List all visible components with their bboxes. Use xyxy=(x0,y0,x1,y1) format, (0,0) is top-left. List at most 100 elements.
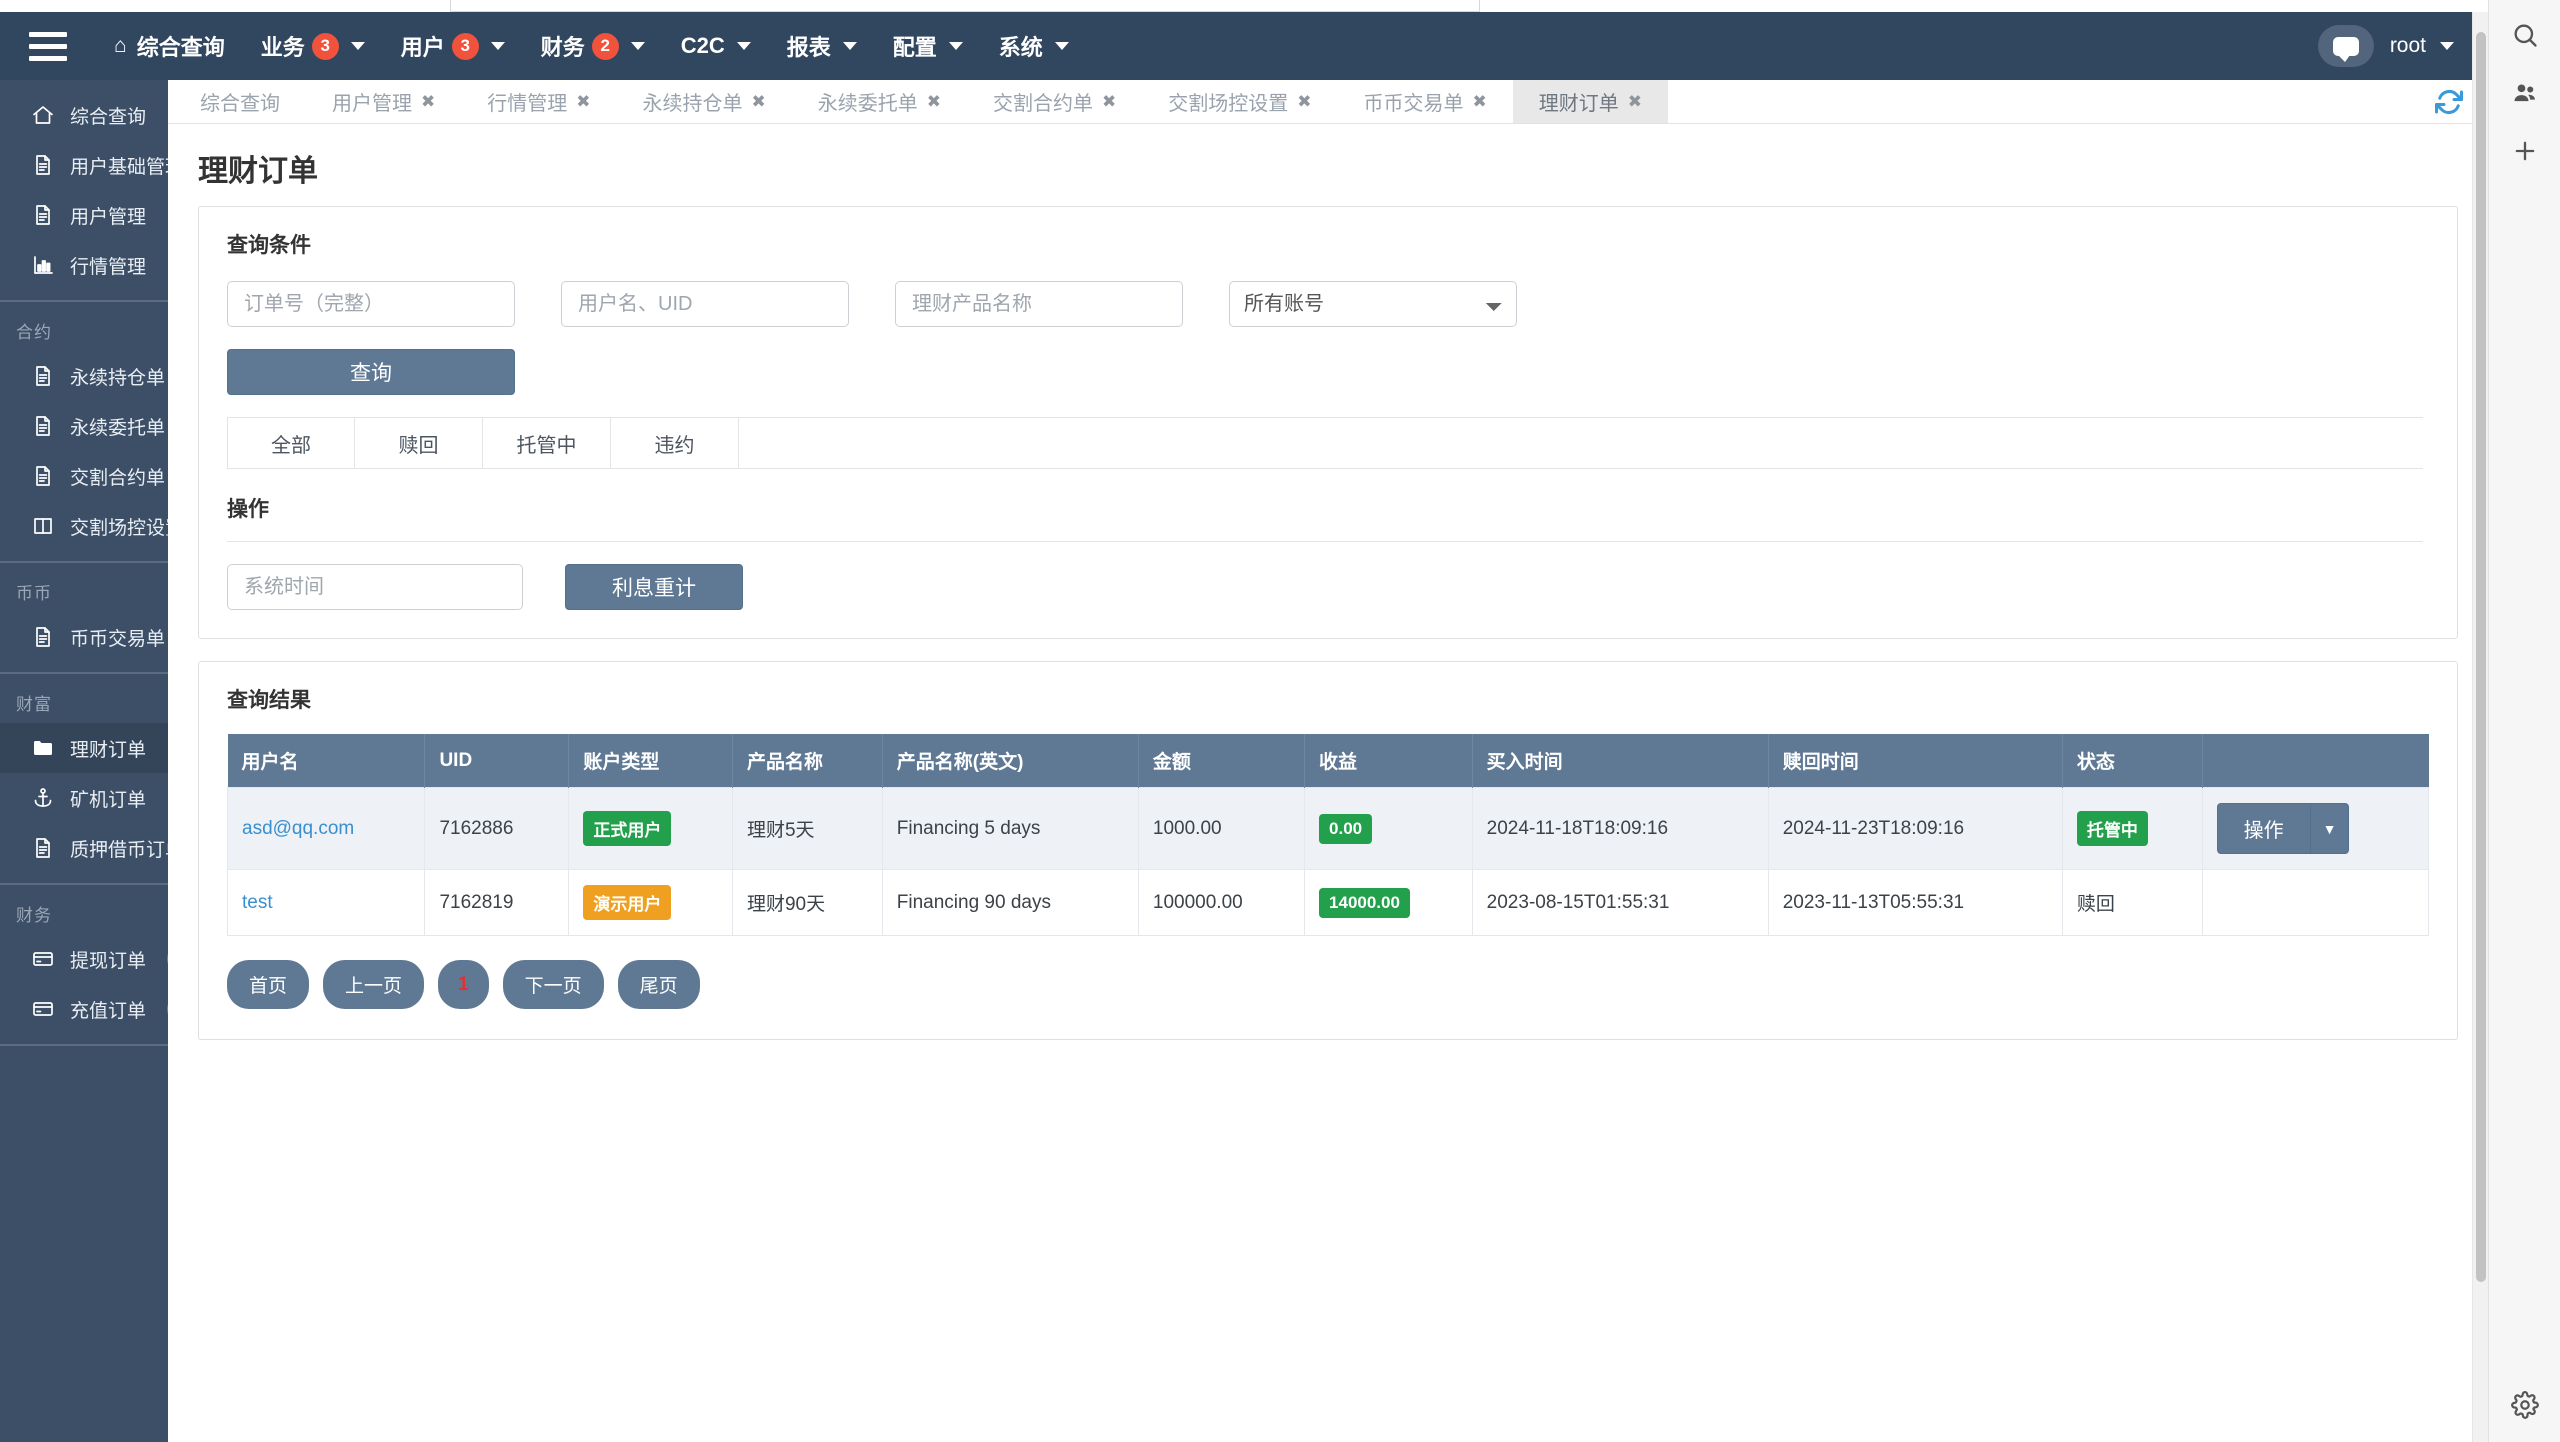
document-icon xyxy=(30,463,56,489)
chevron-down-icon xyxy=(948,42,963,50)
people-icon[interactable] xyxy=(2502,70,2548,116)
sidebar-item-交割合约单[interactable]: 交割合约单1 xyxy=(0,451,168,501)
account-select[interactable]: 所有账号 xyxy=(1229,281,1517,327)
close-icon[interactable]: ✖ xyxy=(1473,92,1487,112)
sidebar-item-充值订单[interactable]: 充值订单1 xyxy=(0,984,168,1034)
search-button[interactable]: 查询 xyxy=(227,349,515,395)
sidebar[interactable]: 综合查询用户基础管理用户管理行情管理合约永续持仓单2 永续委托单交割合约单1 交割场… xyxy=(0,80,168,1442)
cell-profit: 0.00 xyxy=(1304,787,1473,870)
action-button-group[interactable]: 操作 ▼ xyxy=(2216,803,2350,854)
doc-tab-label: 交割合约单 xyxy=(993,93,1093,115)
username-link[interactable]: test xyxy=(242,892,273,913)
cell-amount: 1000.00 xyxy=(1137,787,1306,870)
status-tab-违约[interactable]: 违约 xyxy=(611,418,739,468)
product-name-input[interactable] xyxy=(895,281,1183,327)
close-icon[interactable]: ✖ xyxy=(576,92,590,112)
cell-account-type: 演示用户 xyxy=(568,869,733,936)
topnav-item-6[interactable]: 配置 xyxy=(875,12,981,80)
cell-product-name-en: Financing 90 days xyxy=(881,869,1139,936)
sidebar-item-交割场控设置[interactable]: 交割场控设置 xyxy=(0,501,168,551)
query-panel: 查询条件 所有账号 查询 全部赎回托管中违约 操作 利息重计 xyxy=(198,206,2458,639)
column-header-3: 产品名称 xyxy=(732,734,883,788)
username-link[interactable]: asd@qq.com xyxy=(242,818,354,839)
sidebar-item-综合查询[interactable]: 综合查询 xyxy=(0,90,168,140)
sidebar-item-永续委托单[interactable]: 永续委托单 xyxy=(0,401,168,451)
bar-chart-icon xyxy=(30,252,56,278)
topnav-item-0[interactable]: ⌂ 综合查询 xyxy=(96,12,243,80)
credit-card-icon xyxy=(30,946,56,972)
orders-table-body: asd@qq.com 7162886 正式用户 理财5天 Financing 5 day… xyxy=(226,787,2430,936)
chevron-down-icon xyxy=(736,42,751,50)
username-uid-input[interactable] xyxy=(561,281,849,327)
status-tab-赎回[interactable]: 赎回 xyxy=(355,418,483,468)
sidebar-item-矿机订单[interactable]: 矿机订单 xyxy=(0,773,168,823)
query-section-title: 查询条件 xyxy=(227,234,311,257)
pagination-prev[interactable]: 上一页 xyxy=(323,960,425,1009)
sidebar-item-提现订单[interactable]: 提现订单1 xyxy=(0,934,168,984)
document-icon xyxy=(30,413,56,439)
pagination[interactable]: 首页 上一页 1 下一页 尾页 xyxy=(227,960,2457,1009)
system-time-input[interactable] xyxy=(227,564,523,610)
status-tab-全部[interactable]: 全部 xyxy=(227,418,355,468)
close-icon[interactable]: ✖ xyxy=(421,92,435,112)
topnav-item-7[interactable]: 系统 xyxy=(981,12,1087,80)
hamburger-icon[interactable] xyxy=(0,12,96,80)
close-icon[interactable]: ✖ xyxy=(927,92,941,112)
topnav-item-2[interactable]: 用户 3 xyxy=(383,12,523,80)
chat-bubble-icon[interactable] xyxy=(2317,25,2374,67)
cell-uid: 7162819 xyxy=(424,869,570,936)
user-menu[interactable]: root xyxy=(2390,34,2454,58)
topnav-item-4[interactable]: C2C xyxy=(663,12,769,80)
status-filter-tabs[interactable]: 全部 赎回 托管中 违约 xyxy=(227,417,2423,469)
pagination-first[interactable]: 首页 xyxy=(227,960,310,1009)
anchor-icon xyxy=(30,785,56,811)
chevron-down-icon xyxy=(350,42,365,50)
home-icon xyxy=(30,102,56,128)
close-icon[interactable]: ✖ xyxy=(752,92,766,112)
sidebar-item-质押借币订单[interactable]: 质押借币订单 xyxy=(0,823,168,873)
chevron-down-icon[interactable]: ▼ xyxy=(2310,803,2350,854)
sidebar-item-永续持仓单[interactable]: 永续持仓单2 xyxy=(0,351,168,401)
doc-tab-综合查询[interactable]: 综合查询 xyxy=(174,80,306,123)
cell-product-name: 理财90天 xyxy=(731,869,883,936)
pagination-current[interactable]: 1 xyxy=(438,960,489,1009)
topnav-item-3[interactable]: 财务 2 xyxy=(523,12,663,80)
doc-tab-行情管理[interactable]: 行情管理 ✖ xyxy=(461,80,616,123)
close-icon[interactable]: ✖ xyxy=(1102,92,1116,112)
doc-tab-用户管理[interactable]: 用户管理 ✖ xyxy=(306,80,461,123)
settings-icon[interactable] xyxy=(2502,1382,2548,1428)
interest-recalculate-button[interactable]: 利息重计 xyxy=(565,564,743,610)
doc-tab-永续持仓单[interactable]: 永续持仓单 ✖ xyxy=(617,80,792,123)
topnav-item-badge: 3 xyxy=(311,32,339,60)
sidebar-item-币币交易单[interactable]: 币币交易单 xyxy=(0,612,168,662)
doc-tab-理财订单[interactable]: 理财订单 ✖ xyxy=(1512,80,1668,123)
chevron-down-icon xyxy=(842,42,857,50)
status-tab-托管中[interactable]: 托管中 xyxy=(483,418,611,468)
page-scrollbar[interactable] xyxy=(2472,12,2488,1442)
pagination-last[interactable]: 尾页 xyxy=(617,960,700,1009)
search-icon[interactable] xyxy=(2502,12,2548,58)
doc-tab-币币交易单[interactable]: 币币交易单 ✖ xyxy=(1338,80,1513,123)
order-number-input[interactable] xyxy=(227,281,515,327)
doc-tab-交割合约单[interactable]: 交割合约单 ✖ xyxy=(967,80,1142,123)
action-button[interactable]: 操作 xyxy=(2216,803,2311,854)
close-icon[interactable]: ✖ xyxy=(1628,92,1642,112)
doc-tab-交割场控设置[interactable]: 交割场控设置 ✖ xyxy=(1142,80,1337,123)
sidebar-item-label: 行情管理 xyxy=(70,256,147,278)
topnav-item-label: 财务 xyxy=(540,35,585,60)
topnav-item-1[interactable]: 业务 3 xyxy=(243,12,383,80)
plus-icon[interactable] xyxy=(2502,128,2548,174)
filter-row: 所有账号 xyxy=(199,259,2457,327)
sidebar-item-用户基础管理[interactable]: 用户基础管理 xyxy=(0,140,168,190)
sidebar-group-1: 合约永续持仓单2 永续委托单交割合约单1 交割场控设置 xyxy=(0,302,168,563)
sidebar-item-用户管理[interactable]: 用户管理 xyxy=(0,190,168,240)
page-scrollbar-thumb[interactable] xyxy=(2476,32,2486,1282)
sidebar-item-行情管理[interactable]: 行情管理 xyxy=(0,240,168,290)
close-icon[interactable]: ✖ xyxy=(1297,92,1311,112)
sidebar-item-理财订单[interactable]: 理财订单 xyxy=(0,723,168,773)
topnav-item-5[interactable]: 报表 xyxy=(769,12,875,80)
doc-tab-永续委托单[interactable]: 永续委托单 ✖ xyxy=(792,80,967,123)
cell-buy-time: 2024-11-18T18:09:16 xyxy=(1471,787,1769,870)
sidebar-group-4: 财务提现订单1充值订单1 xyxy=(0,885,168,1046)
pagination-next[interactable]: 下一页 xyxy=(502,960,604,1009)
